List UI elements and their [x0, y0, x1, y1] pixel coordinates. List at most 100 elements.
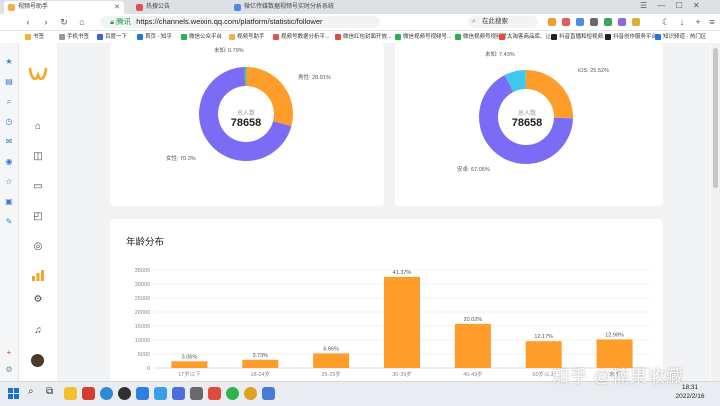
wallet-icon[interactable]: ▣: [4, 197, 14, 207]
address-bar: ‹ › ↻ ⌂ 🔒︎ 腾讯 https://channels.weixin.qq…: [0, 14, 720, 31]
reader-icon[interactable]: ▤: [4, 77, 14, 87]
message-icon[interactable]: ▭: [31, 180, 45, 194]
forward-icon[interactable]: ›: [40, 16, 52, 28]
bar[interactable]: [242, 359, 279, 368]
tab-3[interactable]: 微亿传媒数据视频号实时分析系统: [230, 1, 380, 14]
mail-icon[interactable]: ✉: [4, 137, 14, 147]
file-explorer-icon[interactable]: [64, 387, 77, 400]
bookmark-item[interactable]: 微信视频号视频号...: [394, 31, 452, 43]
bookmark-item[interactable]: 抖音创作服务平台: [604, 31, 657, 43]
back-icon[interactable]: ‹: [22, 16, 34, 28]
app-icon[interactable]: [190, 387, 203, 400]
settings-icon[interactable]: ⚙: [31, 293, 45, 307]
extension-icon[interactable]: [632, 18, 640, 26]
y-tick-label: 0: [147, 366, 150, 372]
search-input[interactable]: ⌕ 在此搜索: [468, 16, 538, 28]
x-tick-label: 30-39岁: [392, 370, 412, 378]
close-window-icon[interactable]: ✕: [693, 1, 700, 10]
more-icon[interactable]: ≡: [706, 16, 718, 28]
app-icon[interactable]: [172, 387, 185, 400]
tab-title: 热搜公告: [146, 4, 171, 10]
bookmark-item[interactable]: 首页 - 知乎: [136, 31, 172, 43]
bar[interactable]: [384, 276, 420, 368]
bookmark-item[interactable]: 微信红包封面开放...: [334, 31, 392, 43]
taobao-icon: [499, 34, 505, 40]
wechat-icon: [395, 34, 401, 40]
windows-start-icon[interactable]: [8, 388, 19, 399]
live-icon[interactable]: ◎: [31, 240, 45, 254]
task-view-icon[interactable]: ⧉: [46, 386, 53, 397]
extension-icon[interactable]: [590, 18, 598, 26]
extension-icon[interactable]: [604, 18, 612, 26]
douyin-icon: [605, 34, 611, 40]
search-icon[interactable]: ⌕: [28, 386, 34, 397]
extension-icon[interactable]: [548, 18, 556, 26]
extension-icon[interactable]: [618, 18, 626, 26]
app-icon[interactable]: [262, 387, 275, 400]
bookmark-item[interactable]: 视频号数据分析平...: [272, 31, 330, 43]
wechat-icon[interactable]: [226, 387, 239, 400]
scrollbar-thumb[interactable]: [713, 48, 718, 188]
tab-2[interactable]: 热搜公告: [132, 1, 222, 14]
app-icon[interactable]: [154, 387, 167, 400]
home-icon[interactable]: ⌂: [76, 16, 88, 28]
history-icon[interactable]: ◷: [4, 117, 14, 127]
lock-icon: 🔒︎: [110, 17, 114, 26]
extension-icon[interactable]: [562, 18, 570, 26]
notification-icon[interactable]: ♫: [31, 324, 45, 338]
settings-icon[interactable]: ⚙: [4, 365, 14, 375]
x-tick-label: 25-29岁: [321, 370, 341, 378]
y-tick-label: 5000: [138, 352, 150, 358]
home-icon[interactable]: ⌂: [31, 120, 45, 134]
office-icon[interactable]: [82, 387, 95, 400]
qq-icon[interactable]: [118, 387, 131, 400]
edge-icon[interactable]: [100, 387, 113, 400]
refresh-icon[interactable]: ↻: [58, 16, 70, 28]
search-icon[interactable]: ⌕: [4, 97, 14, 107]
url-field[interactable]: 🔒︎ 腾讯 https://channels.weixin.qq.com/pla…: [100, 16, 380, 28]
close-icon[interactable]: ✕: [114, 1, 120, 14]
avatar[interactable]: [31, 354, 44, 367]
x-tick-label: 40-49岁: [463, 370, 483, 378]
bookmark-item[interactable]: 百度一下: [96, 31, 127, 43]
bookmark-item[interactable]: 微信公众平台: [180, 31, 222, 43]
gender-label-male: 男性: 28.91%: [298, 75, 331, 81]
channels-logo-icon[interactable]: [28, 67, 48, 85]
add-icon[interactable]: +: [4, 348, 14, 358]
app-icon[interactable]: [208, 387, 221, 400]
age-card: 年龄分布 35000 30000 25000 20000 15000 10000 5000 0…: [110, 219, 663, 381]
notes-icon[interactable]: ✎: [4, 217, 14, 227]
app-icon[interactable]: [136, 387, 149, 400]
bookmark-item[interactable]: 大淘客商品库、让...: [498, 31, 556, 43]
bookmark-item[interactable]: 视频号助手: [228, 31, 265, 43]
bar-data-label: 41.37%: [393, 270, 412, 276]
redpacket-icon: [335, 34, 341, 40]
tab-active[interactable]: 视频号助手 ✕: [4, 1, 124, 14]
extension-icon[interactable]: [576, 18, 584, 26]
bookmark-item[interactable]: 手机书签: [58, 31, 89, 43]
maximize-icon[interactable]: ☐: [676, 1, 683, 10]
statistics-icon[interactable]: [31, 269, 45, 281]
minimize-icon[interactable]: —: [657, 1, 665, 10]
download-icon[interactable]: ↓: [676, 16, 688, 28]
chat-icon[interactable]: ◉: [4, 157, 14, 167]
clock-date[interactable]: 2022/2/16: [670, 393, 710, 400]
add-icon[interactable]: +: [692, 16, 704, 28]
bar[interactable]: [171, 361, 208, 368]
bookmark-item[interactable]: 书签: [24, 31, 44, 43]
bag-icon[interactable]: ◰: [31, 210, 45, 224]
app-sidebar: ⌂ ◫ ▭ ◰ ◎ ⚙ ♫: [19, 43, 58, 381]
bookmark-item[interactable]: 知识频道 · 热门区: [654, 31, 706, 43]
menu-icon[interactable]: ☰: [640, 1, 647, 10]
night-mode-icon[interactable]: ☾: [660, 16, 672, 28]
y-tick-label: 15000: [135, 324, 150, 330]
bar[interactable]: [454, 323, 491, 368]
wechat-icon: [181, 34, 187, 40]
bookmark-item[interactable]: 抖音直播和短视频...: [550, 31, 608, 43]
x-tick-label: 18-24岁: [250, 370, 270, 378]
bar[interactable]: [313, 353, 350, 368]
browser-icon[interactable]: [244, 387, 257, 400]
favorite-icon[interactable]: ☆: [4, 177, 14, 187]
bookmark-icon[interactable]: ★: [4, 57, 14, 67]
camera-icon[interactable]: ◫: [31, 150, 45, 164]
